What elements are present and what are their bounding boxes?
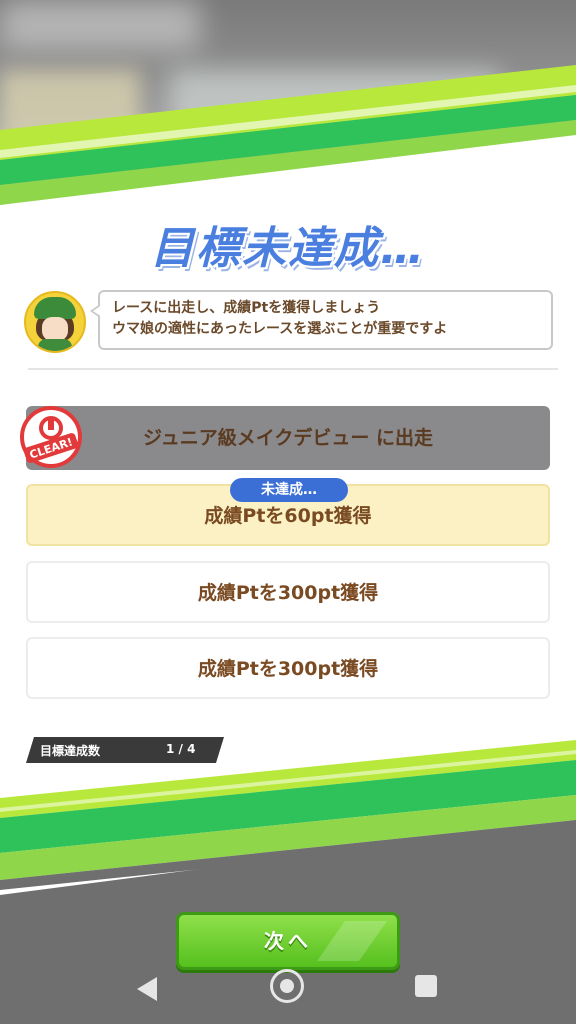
goal-item-pending-2: 成績Ptを300pt獲得: [26, 637, 550, 699]
status-badge: 未達成…: [230, 478, 348, 502]
goal-progress-counter: 目標達成数 1 / 4: [26, 737, 224, 763]
speech-bubble: レースに出走し、成績Ptを獲得しましょう ウマ娘の適性にあったレースを選ぶことが…: [90, 290, 553, 350]
next-button-label: 次へ: [264, 929, 312, 953]
page-title: 目標未達成…: [150, 223, 426, 274]
goal-progress-value: 1 / 4: [166, 742, 196, 756]
home-nav-icon[interactable]: [270, 969, 304, 1003]
recents-nav-icon[interactable]: [415, 975, 437, 997]
goal-item-pending-1: 成績Ptを300pt獲得: [26, 561, 550, 623]
divider: [28, 368, 558, 370]
back-nav-icon[interactable]: [137, 977, 157, 1001]
character-avatar-icon: [24, 291, 86, 353]
clear-stamp-icon: CLEAR!: [20, 406, 82, 468]
goal-progress-label: 目標達成数: [40, 744, 101, 758]
next-button[interactable]: 次へ: [176, 912, 400, 970]
message-line-1: レースに出走し、成績Ptを獲得しましょう: [112, 300, 381, 316]
message-line-2: ウマ娘の適性にあったレースを選ぶことが重要ですよ: [112, 321, 448, 337]
goal-item-cleared: ジュニア級メイクデビュー に出走: [26, 406, 550, 470]
